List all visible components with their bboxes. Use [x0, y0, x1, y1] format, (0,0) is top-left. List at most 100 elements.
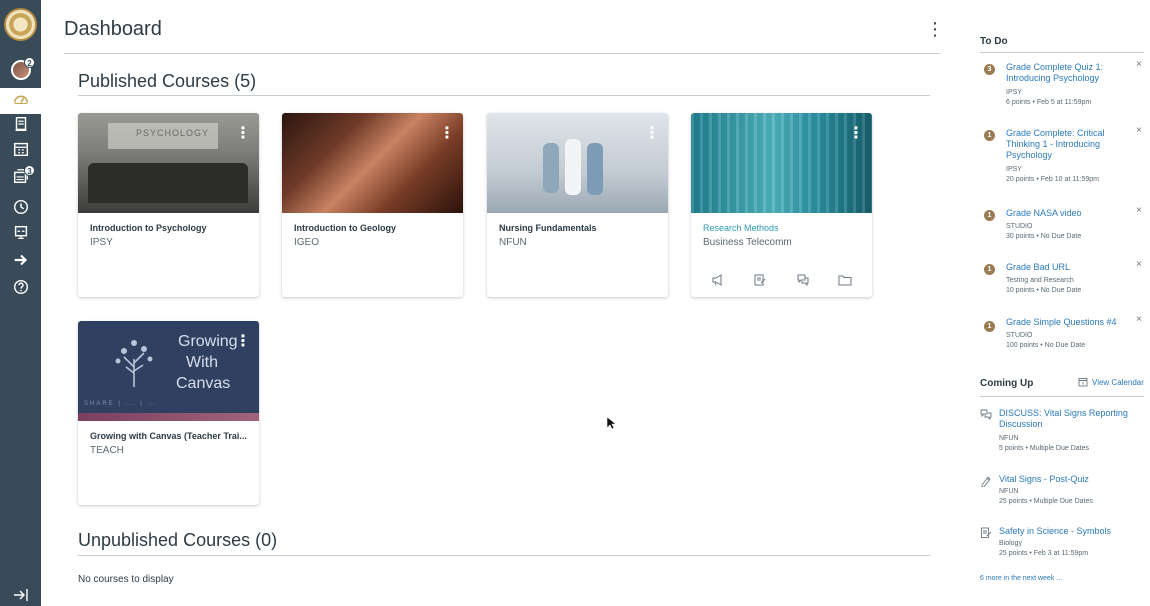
- coming-up-course: NFUN: [999, 435, 1019, 442]
- course-code: NFUN: [499, 237, 527, 248]
- card-options-button[interactable]: ⋮: [848, 125, 864, 143]
- nav-history[interactable]: [0, 196, 41, 222]
- coming-up-divider: [980, 396, 1144, 397]
- course-code: Business Telecomm: [703, 237, 792, 248]
- published-divider: [78, 95, 930, 96]
- coming-up-meta: 25 points • Feb 3 at 11:59pm: [999, 550, 1089, 557]
- discussions-icon[interactable]: [796, 273, 810, 287]
- todo-link[interactable]: Grade Complete Quiz 1: Introducing Psych…: [1006, 62, 1130, 84]
- coming-up-link[interactable]: DISCUSS: Vital Signs Reporting Discussio…: [999, 408, 1139, 430]
- todo-link[interactable]: Grade Simple Questions #4: [1006, 317, 1130, 328]
- dismiss-todo-button[interactable]: ×: [1136, 125, 1142, 136]
- nav-studio[interactable]: [0, 249, 41, 275]
- hero-text-line: Canvas: [176, 375, 231, 392]
- course-card-nursing[interactable]: ⋮ Nursing Fundamentals NFUN: [487, 113, 668, 297]
- needs-grading-badge: 1: [984, 264, 995, 275]
- dismiss-todo-button[interactable]: ×: [1136, 59, 1142, 70]
- coming-up-item: DISCUSS: Vital Signs Reporting Discussio…: [980, 408, 1144, 458]
- dismiss-todo-button[interactable]: ×: [1136, 314, 1142, 325]
- course-card-psychology[interactable]: PSYCHOLOGY ⋮ Introduction to Psychology …: [78, 113, 259, 297]
- dismiss-todo-button[interactable]: ×: [1136, 205, 1142, 216]
- hero-text-line: Growing: [178, 333, 238, 350]
- todo-item: 1 Grade Bad URL Testing and Research 10 …: [984, 259, 1144, 302]
- collapse-arrow-icon: [13, 588, 29, 606]
- nav-commons[interactable]: [0, 222, 41, 248]
- todo-divider: [980, 52, 1144, 53]
- course-card-image: [282, 113, 463, 213]
- assignments-icon[interactable]: [753, 273, 767, 287]
- courses-icon: [12, 115, 30, 138]
- todo-item: 1 Grade NASA video STUDIO 30 points • No…: [984, 205, 1144, 248]
- course-code: IPSY: [90, 237, 113, 248]
- nav-account[interactable]: 2: [0, 57, 41, 83]
- coming-up-link[interactable]: Safety in Science - Symbols: [999, 526, 1139, 537]
- course-title[interactable]: Nursing Fundamentals: [499, 223, 659, 233]
- help-icon: [12, 278, 30, 301]
- files-icon[interactable]: [838, 273, 852, 287]
- announcements-icon[interactable]: [711, 273, 725, 287]
- nav-inbox[interactable]: 3: [0, 165, 41, 191]
- course-card-image: Growing With Canvas SHARE | ... | ...: [78, 321, 259, 421]
- calendar-icon: [1078, 378, 1088, 387]
- todo-meta: 30 points • No Due Date: [1006, 233, 1082, 240]
- course-title[interactable]: Growing with Canvas (Teacher Trai...: [90, 431, 250, 441]
- clock-icon: [12, 198, 30, 221]
- nav-dashboard[interactable]: [0, 88, 41, 114]
- course-card-growing-with-canvas[interactable]: Growing With Canvas SHARE | ... | ... ⋮ …: [78, 321, 259, 505]
- collapse-nav-button[interactable]: [0, 588, 41, 606]
- hero-strip-text: SHARE | ... | ...: [84, 401, 159, 407]
- course-title[interactable]: Research Methods: [703, 223, 863, 233]
- view-calendar-link[interactable]: View Calendar: [1078, 377, 1144, 387]
- todo-heading: To Do: [980, 36, 1008, 47]
- card-options-button[interactable]: ⋮: [235, 125, 251, 143]
- todo-course: STUDIO: [1006, 223, 1033, 230]
- courses-count-badge: 3: [24, 165, 35, 176]
- tree-icon: [115, 340, 153, 387]
- todo-item: 1 Grade Simple Questions #4 STUDIO 100 p…: [984, 314, 1144, 357]
- todo-item: 1 Grade Complete: Critical Thinking 1 - …: [984, 125, 1144, 194]
- course-card-geology[interactable]: ⋮ Introduction to Geology IGEO: [282, 113, 463, 297]
- card-options-button[interactable]: ⋮: [644, 125, 660, 143]
- coming-up-link[interactable]: Vital Signs - Post-Quiz: [999, 474, 1139, 485]
- coming-up-heading: Coming Up: [980, 378, 1034, 389]
- course-card-research-methods[interactable]: ⋮ Research Methods Business Telecomm: [691, 113, 872, 297]
- quiz-icon: [980, 474, 992, 488]
- card-action-bar: [691, 273, 872, 291]
- nav-courses[interactable]: [0, 113, 41, 139]
- calendar-icon: [12, 140, 30, 163]
- todo-link[interactable]: Grade Complete: Critical Thinking 1 - In…: [1006, 128, 1130, 161]
- todo-course: IPSY: [1006, 166, 1022, 173]
- published-courses-heading: Published Courses (5): [78, 71, 257, 91]
- nav-calendar[interactable]: [0, 138, 41, 164]
- todo-meta: 100 points • No Due Date: [1006, 342, 1086, 349]
- course-code: TEACH: [90, 445, 124, 456]
- todo-link[interactable]: Grade Bad URL: [1006, 262, 1130, 273]
- todo-course: STUDIO: [1006, 332, 1033, 339]
- coming-up-meta: 5 points • Multiple Due Dates: [999, 445, 1089, 452]
- dashboard-options-menu[interactable]: ⋮: [926, 18, 944, 40]
- todo-meta: 20 points • Feb 10 at 11:59pm: [1006, 176, 1099, 183]
- course-code: IGEO: [294, 237, 320, 248]
- hero-text-line: With: [186, 354, 218, 371]
- mouse-cursor-icon: [606, 416, 616, 430]
- todo-link[interactable]: Grade NASA video: [1006, 208, 1130, 219]
- dismiss-todo-button[interactable]: ×: [1136, 259, 1142, 270]
- commons-icon: [12, 224, 30, 247]
- course-title[interactable]: Introduction to Psychology: [90, 223, 250, 233]
- nav-help[interactable]: [0, 276, 41, 302]
- coming-up-item: Vital Signs - Post-Quiz NFUN 25 points •…: [980, 474, 1144, 510]
- card-options-button[interactable]: ⋮: [235, 333, 251, 351]
- needs-grading-badge: 1: [984, 321, 995, 332]
- card-options-button[interactable]: ⋮: [439, 125, 455, 143]
- course-title[interactable]: Introduction to Geology: [294, 223, 454, 233]
- institution-logo[interactable]: [4, 8, 37, 41]
- needs-grading-badge: 1: [984, 210, 995, 221]
- inbox-count-badge: 2: [24, 57, 35, 68]
- page-title: Dashboard: [64, 18, 162, 40]
- course-card-image: PSYCHOLOGY: [78, 113, 259, 213]
- coming-up-meta: 25 points • Multiple Due Dates: [999, 498, 1093, 505]
- more-coming-up-link[interactable]: 6 more in the next week ...: [980, 575, 1062, 582]
- coming-up-item: Safety in Science - Symbols Biology 25 p…: [980, 526, 1144, 562]
- hero-caption: PSYCHOLOGY: [136, 128, 210, 138]
- coming-up-course: Biology: [999, 540, 1022, 547]
